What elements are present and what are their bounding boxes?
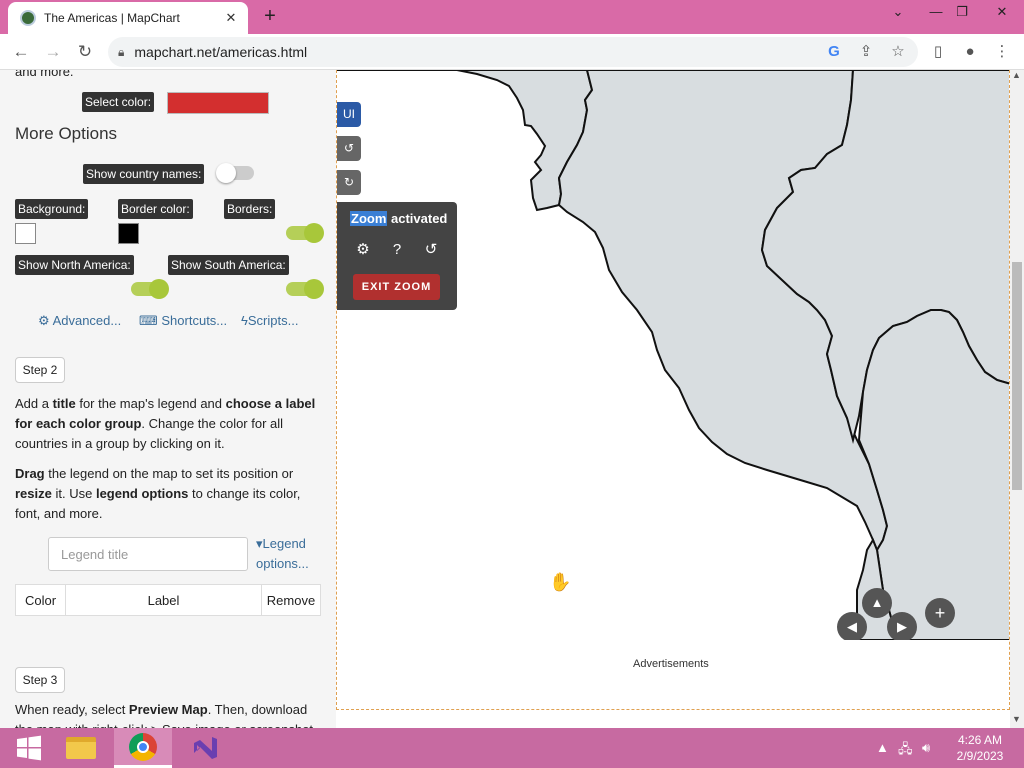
borders-label: Borders: bbox=[224, 199, 276, 219]
select-color-swatch[interactable] bbox=[167, 92, 269, 114]
scroll-up-icon[interactable]: ▲ bbox=[1012, 70, 1021, 80]
arrow-up-icon[interactable]: ▲ bbox=[862, 588, 892, 618]
border-color-label: Border color: bbox=[118, 199, 193, 219]
redo-icon[interactable]: ↻ bbox=[337, 170, 361, 195]
scroll-down-icon[interactable]: ▼ bbox=[1012, 714, 1021, 724]
label-column-header: Label bbox=[66, 585, 262, 615]
options-sidebar: and more. Select color: More Options Sho… bbox=[0, 70, 336, 728]
scripts-link[interactable]: ϟScripts... bbox=[241, 313, 298, 328]
undo-icon[interactable]: ↺ bbox=[337, 136, 361, 161]
zoom-in-icon[interactable]: + bbox=[925, 598, 955, 628]
tray-chevron-icon[interactable]: ▲ bbox=[876, 740, 889, 755]
file-explorer-icon[interactable] bbox=[52, 728, 110, 768]
legend-table-header: Color Label Remove bbox=[15, 584, 321, 616]
step2-paragraph-1: Add a title for the map's legend and cho… bbox=[15, 396, 316, 451]
show-north-america-toggle[interactable] bbox=[131, 279, 169, 299]
chrome-icon[interactable] bbox=[114, 728, 172, 768]
step3-paragraph-cut: the map with right-click > Save image or… bbox=[15, 720, 320, 728]
shortcuts-link[interactable]: ⌨ Shortcuts... bbox=[139, 313, 227, 329]
back-icon[interactable]: ← bbox=[10, 41, 32, 63]
gear-icon[interactable]: ⚙ bbox=[353, 240, 373, 260]
zoom-popup: Zoom activated ⚙ ? ↺ EXIT ZOOM bbox=[337, 202, 457, 310]
step3-paragraph: When ready, select Preview Map. Then, do… bbox=[15, 702, 308, 717]
close-tab-icon[interactable]: ✕ bbox=[222, 10, 240, 26]
step3-badge: Step 3 bbox=[15, 667, 65, 693]
browser-tab[interactable]: The Americas | MapChart ✕ bbox=[8, 2, 248, 34]
arrow-left-icon[interactable]: ◀ bbox=[837, 612, 867, 642]
scrollbar-thumb[interactable] bbox=[1012, 262, 1022, 490]
show-country-names-toggle[interactable] bbox=[216, 163, 254, 183]
reload-icon[interactable]: ↻ bbox=[74, 41, 96, 63]
step2-badge: Step 2 bbox=[15, 357, 65, 383]
profile-icon[interactable]: ● bbox=[960, 42, 980, 62]
system-clock[interactable]: 4:26 AM 2/9/2023 bbox=[948, 732, 1012, 764]
volume-icon[interactable]: 🔊︎ bbox=[922, 740, 930, 756]
lock-icon: 🔒︎ bbox=[118, 44, 125, 59]
bookmark-star-icon[interactable]: ☆ bbox=[888, 42, 908, 62]
advanced-link[interactable]: ⚙ Advanced... bbox=[38, 313, 121, 329]
google-icon[interactable]: G bbox=[824, 42, 844, 62]
page-scrollbar[interactable]: ▲ ▼ bbox=[1010, 70, 1024, 728]
visual-studio-icon[interactable] bbox=[176, 728, 234, 768]
mapchart-favicon-icon bbox=[20, 10, 36, 26]
windows-taskbar: ▲ 🖧 🔊︎ 4:26 AM 2/9/2023 bbox=[0, 728, 1024, 768]
new-tab-icon[interactable]: + bbox=[258, 6, 282, 26]
restore-icon[interactable]: ❐ bbox=[948, 4, 976, 20]
ui-button[interactable]: UI bbox=[337, 102, 361, 127]
history-icon[interactable]: ↺ bbox=[421, 240, 441, 260]
country-ecuador bbox=[337, 70, 594, 212]
side-panel-icon[interactable]: ▯ bbox=[928, 42, 948, 62]
partial-text: and more. bbox=[15, 70, 74, 79]
background-label: Background: bbox=[15, 199, 89, 219]
show-south-america-label: Show South America: bbox=[168, 255, 289, 275]
advertisements-label: Advertisements bbox=[633, 658, 709, 670]
clock-time: 4:26 AM bbox=[957, 733, 1003, 747]
gear-icon: ⚙ bbox=[38, 313, 53, 328]
map-pane[interactable]: UI ↺ ↻ Zoom activated ⚙ ? ↺ EXIT ZOOM ▲ … bbox=[336, 70, 1010, 710]
color-column-header: Color bbox=[16, 585, 66, 615]
step2-paragraph-2: Drag the legend on the map to set its po… bbox=[15, 466, 301, 521]
menu-kebab-icon[interactable]: ⋮ bbox=[992, 42, 1012, 62]
help-icon[interactable]: ? bbox=[387, 240, 407, 260]
browser-toolbar: ← → ↻ 🔒︎ mapchart.net/americas.html G ⇪ … bbox=[0, 34, 1024, 70]
tab-search-icon[interactable]: ⌄ bbox=[884, 4, 912, 20]
minimize-icon[interactable]: — bbox=[922, 4, 950, 19]
clock-date: 2/9/2023 bbox=[956, 749, 1004, 763]
close-window-icon[interactable]: ✕ bbox=[986, 4, 1018, 20]
browser-titlebar: The Americas | MapChart ✕ + ⌄ — ❐ ✕ bbox=[0, 0, 1024, 34]
forward-icon[interactable]: → bbox=[42, 41, 64, 63]
select-color-label: Select color: bbox=[82, 92, 155, 112]
background-color-swatch[interactable] bbox=[15, 223, 36, 244]
more-options-title: More Options bbox=[15, 124, 118, 143]
bolt-icon: ϟ bbox=[241, 313, 248, 328]
url-text: mapchart.net/americas.html bbox=[134, 44, 308, 60]
show-north-america-label: Show North America: bbox=[15, 255, 134, 275]
share-icon[interactable]: ⇪ bbox=[856, 42, 876, 62]
network-icon[interactable]: 🖧 bbox=[898, 740, 913, 762]
show-country-names-label: Show country names: bbox=[83, 164, 205, 184]
border-color-swatch[interactable] bbox=[118, 223, 139, 244]
ad-area bbox=[337, 640, 1009, 709]
zoom-status-text: Zoom activated bbox=[350, 211, 448, 226]
windows-start-icon[interactable] bbox=[0, 728, 58, 768]
show-south-america-toggle[interactable] bbox=[286, 279, 324, 299]
legend-title-input[interactable] bbox=[48, 537, 248, 571]
tab-title: The Americas | MapChart bbox=[44, 11, 180, 25]
exit-zoom-button[interactable]: EXIT ZOOM bbox=[353, 274, 440, 300]
address-bar[interactable]: 🔒︎ mapchart.net/americas.html bbox=[108, 37, 918, 67]
arrow-right-icon[interactable]: ▶ bbox=[887, 612, 917, 642]
borders-toggle[interactable] bbox=[286, 223, 324, 243]
legend-options-link[interactable]: ▾Legend options... bbox=[256, 534, 316, 574]
hand-cursor-icon: ✋ bbox=[549, 572, 572, 592]
remove-column-header: Remove bbox=[266, 592, 316, 608]
keyboard-icon: ⌨ bbox=[139, 313, 162, 328]
map-canvas[interactable] bbox=[337, 70, 1010, 640]
